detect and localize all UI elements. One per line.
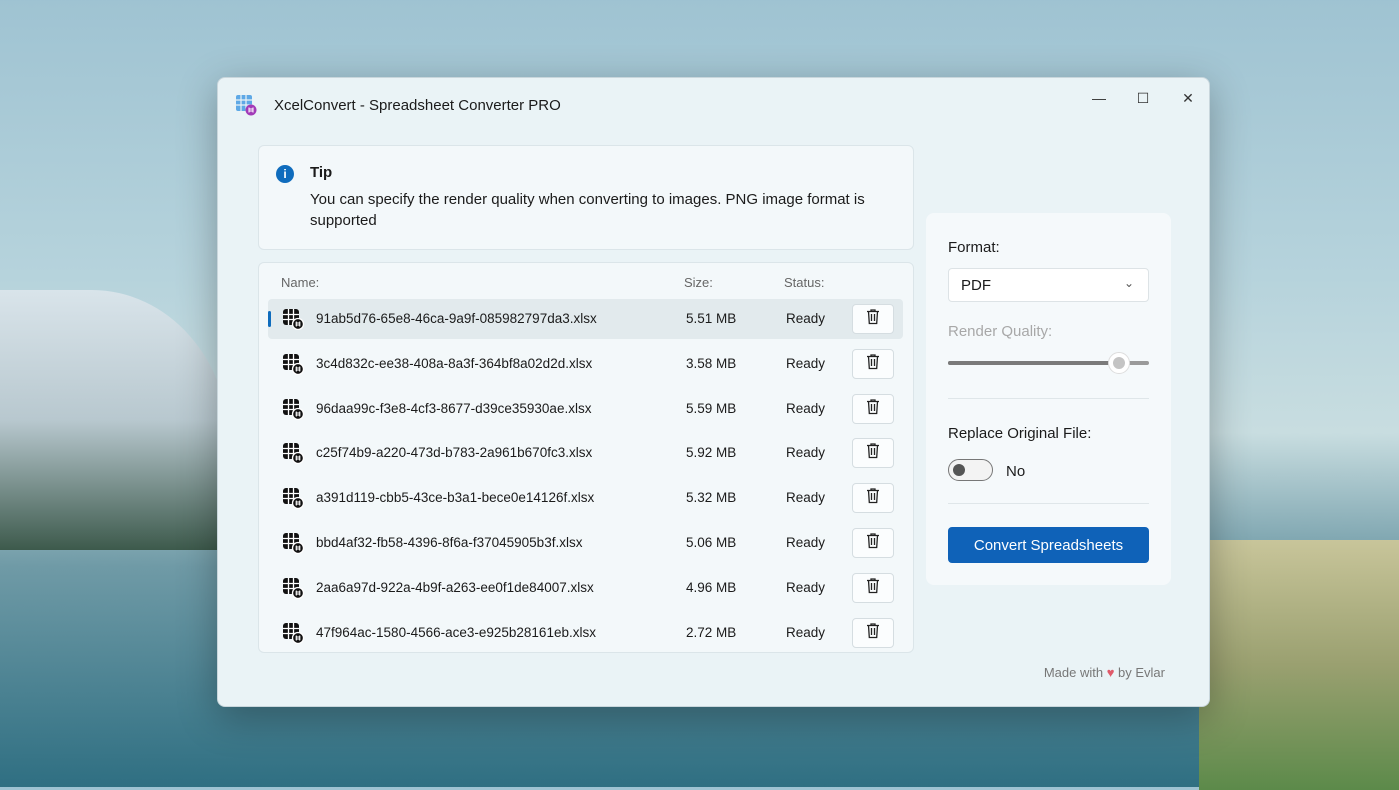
trash-icon <box>865 577 881 599</box>
tip-banner: i Tip You can specify the render quality… <box>258 145 914 250</box>
background-mountain <box>0 290 230 550</box>
spreadsheet-file-icon <box>282 353 304 375</box>
trash-icon <box>865 487 881 509</box>
spreadsheet-file-icon <box>282 308 304 330</box>
footer-prefix: Made with <box>1044 665 1103 680</box>
file-row[interactable]: 91ab5d76-65e8-46ca-9a9f-085982797da3.xls… <box>268 299 903 339</box>
heart-icon: ♥ <box>1107 665 1115 680</box>
replace-file-toggle[interactable] <box>948 459 993 481</box>
delete-button[interactable] <box>852 394 894 424</box>
delete-button[interactable] <box>852 528 894 558</box>
divider <box>948 398 1149 399</box>
footer-suffix: by Evlar <box>1118 665 1165 680</box>
file-name: 47f964ac-1580-4566-ace3-e925b28161eb.xls… <box>316 625 596 640</box>
file-row[interactable]: c25f74b9-a220-473d-b783-2a961b670fc3.xls… <box>268 433 903 473</box>
slider-thumb[interactable] <box>1108 352 1130 374</box>
convert-spreadsheets-button[interactable]: Convert Spreadsheets <box>948 527 1149 563</box>
app-window: XcelConvert - Spreadsheet Converter PRO … <box>217 77 1210 707</box>
file-size: 5.06 MB <box>686 535 736 550</box>
file-size: 5.51 MB <box>686 311 736 326</box>
toggle-knob <box>953 464 965 476</box>
format-label: Format: <box>948 239 1000 256</box>
window-title: XcelConvert - Spreadsheet Converter PRO <box>274 97 561 114</box>
tip-text: You can specify the render quality when … <box>310 189 900 231</box>
file-name: c25f74b9-a220-473d-b783-2a961b670fc3.xls… <box>316 445 592 460</box>
trash-icon <box>865 398 881 420</box>
file-status: Ready <box>786 401 825 416</box>
delete-button[interactable] <box>852 618 894 648</box>
delete-button[interactable] <box>852 483 894 513</box>
divider <box>948 503 1149 504</box>
file-name: 91ab5d76-65e8-46ca-9a9f-085982797da3.xls… <box>316 311 597 326</box>
file-status: Ready <box>786 580 825 595</box>
slider-fill <box>948 361 1119 365</box>
spreadsheet-file-icon <box>282 577 304 599</box>
format-dropdown[interactable]: PDF ⌄ <box>948 268 1149 302</box>
file-size: 3.58 MB <box>686 356 736 371</box>
maximize-button[interactable]: ☐ <box>1123 84 1163 112</box>
file-size: 5.59 MB <box>686 401 736 416</box>
delete-button[interactable] <box>852 349 894 379</box>
file-row[interactable]: 2aa6a97d-922a-4b9f-a263-ee0f1de84007.xls… <box>268 568 903 608</box>
delete-button[interactable] <box>852 573 894 603</box>
header-status: Status: <box>784 275 824 290</box>
spreadsheet-file-icon <box>282 398 304 420</box>
file-status: Ready <box>786 356 825 371</box>
background-grass <box>1199 540 1399 790</box>
delete-button[interactable] <box>852 304 894 334</box>
chevron-down-icon: ⌄ <box>1124 276 1134 290</box>
file-size: 5.92 MB <box>686 445 736 460</box>
file-name: 3c4d832c-ee38-408a-8a3f-364bf8a02d2d.xls… <box>316 356 592 371</box>
trash-icon <box>865 353 881 375</box>
file-status: Ready <box>786 625 825 640</box>
render-quality-label: Render Quality: <box>948 323 1052 340</box>
file-size: 2.72 MB <box>686 625 736 640</box>
minimize-button[interactable]: — <box>1079 84 1119 112</box>
tip-heading: Tip <box>310 164 332 181</box>
footer-credit: Made with ♥ by Evlar <box>1044 665 1165 680</box>
file-row[interactable]: a391d119-cbb5-43ce-b3a1-bece0e14126f.xls… <box>268 478 903 518</box>
file-status: Ready <box>786 311 825 326</box>
trash-icon <box>865 442 881 464</box>
file-status: Ready <box>786 445 825 460</box>
spreadsheet-file-icon <box>282 532 304 554</box>
file-name: 96daa99c-f3e8-4cf3-8677-d39ce35930ae.xls… <box>316 401 591 416</box>
file-status: Ready <box>786 535 825 550</box>
file-size: 5.32 MB <box>686 490 736 505</box>
trash-icon <box>865 532 881 554</box>
trash-icon <box>865 308 881 330</box>
delete-button[interactable] <box>852 438 894 468</box>
format-value: PDF <box>961 277 991 294</box>
file-row[interactable]: bbd4af32-fb58-4396-8f6a-f37045905b3f.xls… <box>268 523 903 563</box>
file-row[interactable]: 47f964ac-1580-4566-ace3-e925b28161eb.xls… <box>268 613 903 653</box>
replace-file-label: Replace Original File: <box>948 425 1091 442</box>
close-button[interactable]: ✕ <box>1168 84 1208 112</box>
header-name: Name: <box>281 275 319 290</box>
file-name: 2aa6a97d-922a-4b9f-a263-ee0f1de84007.xls… <box>316 580 594 595</box>
trash-icon <box>865 622 881 644</box>
file-name: a391d119-cbb5-43ce-b3a1-bece0e14126f.xls… <box>316 490 594 505</box>
render-quality-slider[interactable] <box>948 361 1149 365</box>
spreadsheet-file-icon <box>282 622 304 644</box>
file-row[interactable]: 3c4d832c-ee38-408a-8a3f-364bf8a02d2d.xls… <box>268 344 903 384</box>
info-icon: i <box>276 165 294 183</box>
header-size: Size: <box>684 275 713 290</box>
options-panel: Format: PDF ⌄ Render Quality: Replace Or… <box>926 213 1171 585</box>
app-logo-icon <box>235 94 257 116</box>
file-row[interactable]: 96daa99c-f3e8-4cf3-8677-d39ce35930ae.xls… <box>268 389 903 429</box>
spreadsheet-file-icon <box>282 442 304 464</box>
file-list: Name: Size: Status: 91ab5d76-65e8-46ca-9… <box>258 262 914 653</box>
file-name: bbd4af32-fb58-4396-8f6a-f37045905b3f.xls… <box>316 535 582 550</box>
spreadsheet-file-icon <box>282 487 304 509</box>
file-size: 4.96 MB <box>686 580 736 595</box>
replace-file-value: No <box>1006 463 1025 480</box>
selection-indicator <box>268 311 271 327</box>
file-status: Ready <box>786 490 825 505</box>
